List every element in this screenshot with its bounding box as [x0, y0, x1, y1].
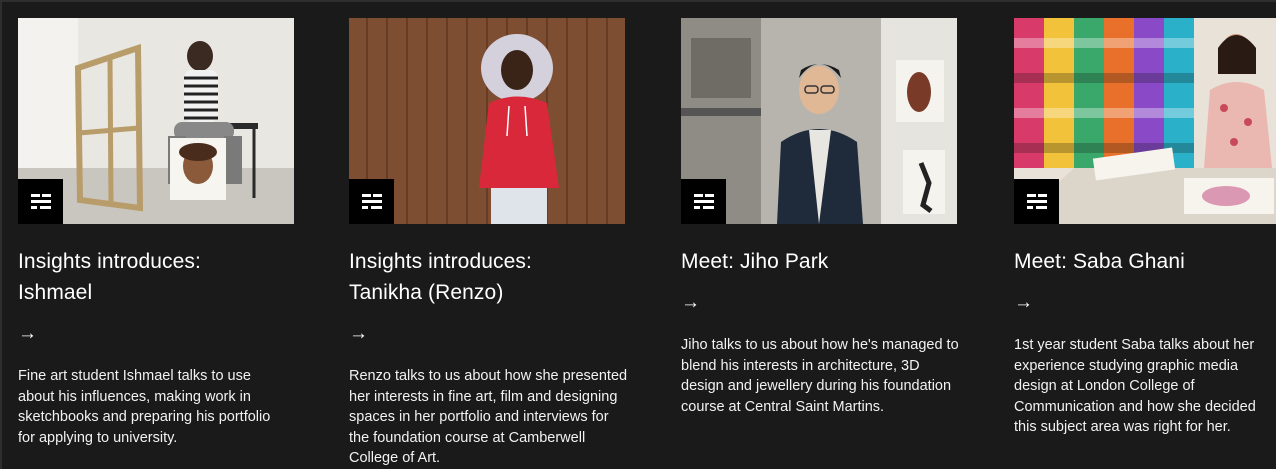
article-card-tanikha[interactable]: Insights introduces: Tanikha (Renzo) → R…: [349, 18, 649, 469]
card-description: 1st year student Saba talks about her ex…: [1014, 337, 1256, 435]
article-type-badge: [18, 179, 63, 224]
article-type-badge: [681, 179, 726, 224]
article-list-icon: [1026, 193, 1047, 209]
article-type-badge: [1014, 179, 1059, 224]
article-type-badge: [349, 179, 394, 224]
article-card-jiho-park[interactable]: Meet: Jiho Park → Jiho talks to us about…: [681, 18, 981, 417]
card-title[interactable]: Meet: Jiho Park: [681, 246, 951, 277]
article-image-link[interactable]: [1014, 18, 1276, 224]
card-title[interactable]: Insights introduces: Tanikha (Renzo): [349, 246, 609, 308]
card-title[interactable]: Insights introduces: Ishmael: [18, 246, 268, 308]
article-card-ishmael[interactable]: Insights introduces: Ishmael → Fine art …: [18, 18, 318, 448]
card-row: Insights introduces: Ishmael → Fine art …: [0, 0, 1276, 469]
arrow-right-icon[interactable]: →: [349, 324, 649, 344]
arrow-right-icon[interactable]: →: [18, 324, 318, 344]
article-list-icon: [30, 193, 51, 209]
card-description: Fine art student Ishmael talks to use ab…: [18, 368, 271, 446]
article-list-icon: [361, 193, 382, 209]
card-description: Renzo talks to us about how she presente…: [349, 368, 628, 466]
article-list-icon: [693, 193, 714, 209]
article-image-link[interactable]: [349, 18, 625, 224]
card-title[interactable]: Meet: Saba Ghani: [1014, 246, 1276, 277]
card-description: Jiho talks to us about how he's managed …: [681, 337, 959, 415]
article-card-saba-ghani[interactable]: Meet: Saba Ghani → 1st year student Saba…: [1014, 18, 1276, 438]
arrow-right-icon[interactable]: →: [1014, 293, 1276, 313]
arrow-right-icon[interactable]: →: [681, 293, 981, 313]
article-image-link[interactable]: [681, 18, 957, 224]
article-image-link[interactable]: [18, 18, 294, 224]
